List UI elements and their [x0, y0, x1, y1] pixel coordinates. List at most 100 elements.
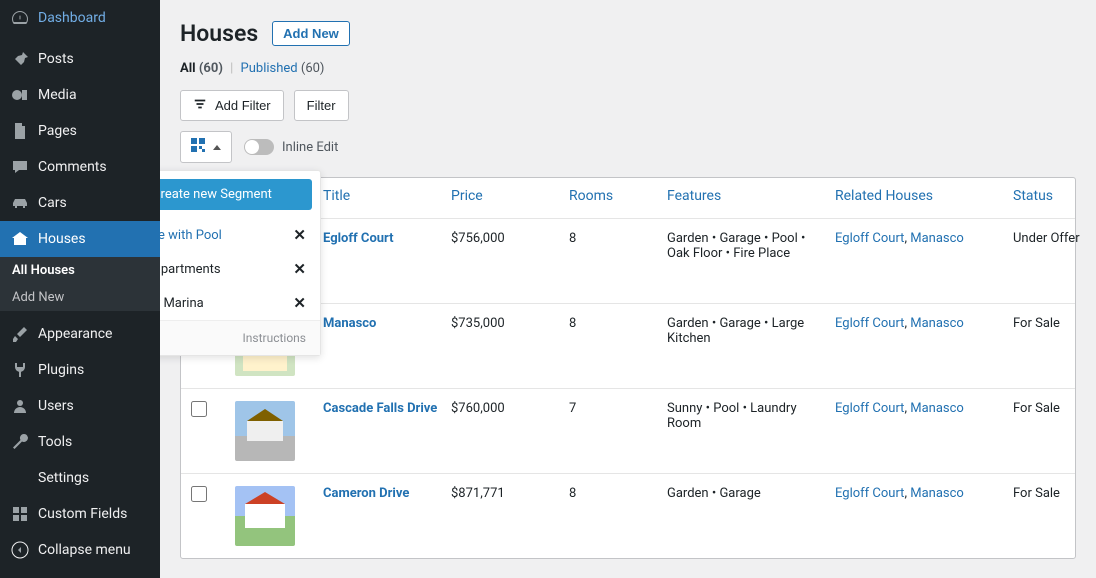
sidebar-item-dashboard[interactable]: Dashboard: [0, 0, 160, 36]
cell-price: $760,000: [451, 401, 561, 416]
house-title-link[interactable]: Cascade Falls Drive: [323, 401, 437, 416]
sidebar-item-pages[interactable]: Pages: [0, 113, 160, 149]
segment-instructions-link[interactable]: Instructions: [160, 320, 320, 355]
sidebar-item-houses[interactable]: Houses: [0, 221, 160, 257]
cell-title: Egloff Court: [323, 231, 443, 246]
filter-icon: [193, 97, 207, 114]
related-house-link[interactable]: Manasco: [910, 401, 964, 416]
sidebar-item-label: Cars: [38, 195, 67, 211]
related-house-link[interactable]: Egloff Court: [835, 401, 904, 416]
admin-sidebar: Dashboard Posts Media Pages Comments Car…: [0, 0, 160, 578]
sidebar-item-collapse[interactable]: Collapse menu: [0, 532, 160, 568]
view-options-button[interactable]: [180, 131, 232, 163]
cell-rooms: 8: [569, 231, 659, 246]
related-house-link[interactable]: Egloff Court: [835, 231, 904, 246]
house-title-link[interactable]: Egloff Court: [323, 231, 394, 246]
sidebar-item-custom-fields[interactable]: Custom Fields: [0, 496, 160, 532]
submenu-add-new[interactable]: Add New: [0, 284, 160, 311]
dashboard-icon: [10, 8, 30, 28]
col-title[interactable]: Title: [323, 188, 443, 204]
sidebar-item-settings[interactable]: Settings: [0, 460, 160, 496]
close-icon[interactable]: ✕: [293, 226, 306, 244]
table-row: Cameron Drive$871,7718Garden • GarageEgl…: [181, 474, 1075, 558]
sidebar-item-tools[interactable]: Tools: [0, 424, 160, 460]
sidebar-item-label: Collapse menu: [38, 542, 131, 558]
table-row: Cascade Falls Drive$760,0007Sunny • Pool…: [181, 389, 1075, 474]
cell-features: Sunny • Pool • Laundry Room: [667, 401, 827, 431]
cell-title: Manasco: [323, 316, 443, 331]
sidebar-item-label: Comments: [38, 159, 107, 175]
page-icon: [10, 121, 30, 141]
sidebar-item-comments[interactable]: Comments: [0, 149, 160, 185]
media-icon: [10, 85, 30, 105]
sidebar-item-label: Custom Fields: [38, 506, 127, 522]
cell-title: Cascade Falls Drive: [323, 401, 443, 416]
segment-item[interactable]: For Sale with Pool✕: [160, 218, 320, 252]
related-house-link[interactable]: Manasco: [910, 231, 964, 246]
comment-icon: [10, 157, 30, 177]
segment-item[interactable]: Sold by Marina ✕: [160, 286, 320, 320]
related-house-link[interactable]: Manasco: [910, 316, 964, 331]
sidebar-item-plugins[interactable]: Plugins: [0, 352, 160, 388]
create-segment-button[interactable]: Create new Segment: [160, 179, 312, 210]
house-icon: [10, 229, 30, 249]
segment-label: Sold by Marina: [160, 296, 204, 311]
house-title-link[interactable]: Cameron Drive: [323, 486, 409, 501]
filter-button[interactable]: Filter: [294, 90, 349, 121]
segment-popup: Create new Segment For Sale with Pool✕La…: [160, 170, 321, 356]
cell-price: $871,771: [451, 486, 561, 501]
col-features[interactable]: Features: [667, 188, 827, 204]
grid-icon: [10, 504, 30, 524]
row-checkbox[interactable]: [191, 486, 227, 506]
sidebar-item-appearance[interactable]: Appearance: [0, 316, 160, 352]
sidebar-item-users[interactable]: Users: [0, 388, 160, 424]
cell-status: For Sale: [1013, 401, 1096, 416]
page-title: Houses: [180, 20, 258, 47]
house-thumbnail[interactable]: [235, 486, 295, 546]
submenu-all-houses[interactable]: All Houses: [0, 257, 160, 284]
main-content: Houses Add New All (60) | Published (60)…: [160, 0, 1096, 578]
sidebar-item-cars[interactable]: Cars: [0, 185, 160, 221]
brush-icon: [10, 324, 30, 344]
sidebar-item-label: Media: [38, 87, 77, 103]
col-status[interactable]: Status: [1013, 188, 1096, 204]
related-house-link[interactable]: Manasco: [910, 486, 964, 501]
house-thumbnail[interactable]: [235, 401, 295, 461]
add-filter-button[interactable]: Add Filter: [180, 90, 284, 121]
view-filter-links: All (60) | Published (60): [180, 61, 1076, 76]
add-new-button[interactable]: Add New: [272, 21, 350, 46]
close-icon[interactable]: ✕: [293, 260, 306, 278]
cell-rooms: 8: [569, 316, 659, 331]
sidebar-item-media[interactable]: Media: [0, 77, 160, 113]
cell-related: Egloff Court, Manasco: [835, 486, 1005, 501]
related-house-link[interactable]: Egloff Court: [835, 486, 904, 501]
cell-related: Egloff Court, Manasco: [835, 231, 1005, 246]
pin-icon: [10, 49, 30, 69]
close-icon[interactable]: ✕: [293, 294, 306, 312]
plug-icon: [10, 360, 30, 380]
segment-item[interactable]: Large apartments✕: [160, 252, 320, 286]
toggle-switch[interactable]: [244, 139, 274, 155]
sidebar-item-posts[interactable]: Posts: [0, 41, 160, 77]
sidebar-item-label: Plugins: [38, 362, 84, 378]
submenu-houses: All Houses Add New: [0, 257, 160, 311]
sidebar-item-label: Houses: [38, 231, 86, 247]
grid-view-icon: [191, 138, 205, 156]
col-price[interactable]: Price: [451, 188, 561, 204]
sidebar-item-label: Dashboard: [38, 10, 106, 26]
house-title-link[interactable]: Manasco: [323, 316, 376, 331]
sidebar-item-label: Pages: [38, 123, 77, 139]
inline-edit-toggle[interactable]: Inline Edit: [244, 139, 338, 155]
related-house-link[interactable]: Egloff Court: [835, 316, 904, 331]
col-related[interactable]: Related Houses: [835, 188, 1005, 204]
car-icon: [10, 193, 30, 213]
filter-published[interactable]: Published (60): [241, 61, 325, 76]
chevron-up-icon: [213, 145, 221, 150]
cell-related: Egloff Court, Manasco: [835, 401, 1005, 416]
filter-all[interactable]: All (60): [180, 61, 223, 76]
cell-status: For Sale: [1013, 316, 1096, 331]
col-rooms[interactable]: Rooms: [569, 188, 659, 204]
row-checkbox[interactable]: [191, 401, 227, 421]
cell-rooms: 8: [569, 486, 659, 501]
cell-features: Garden • Garage • Large Kitchen: [667, 316, 827, 346]
